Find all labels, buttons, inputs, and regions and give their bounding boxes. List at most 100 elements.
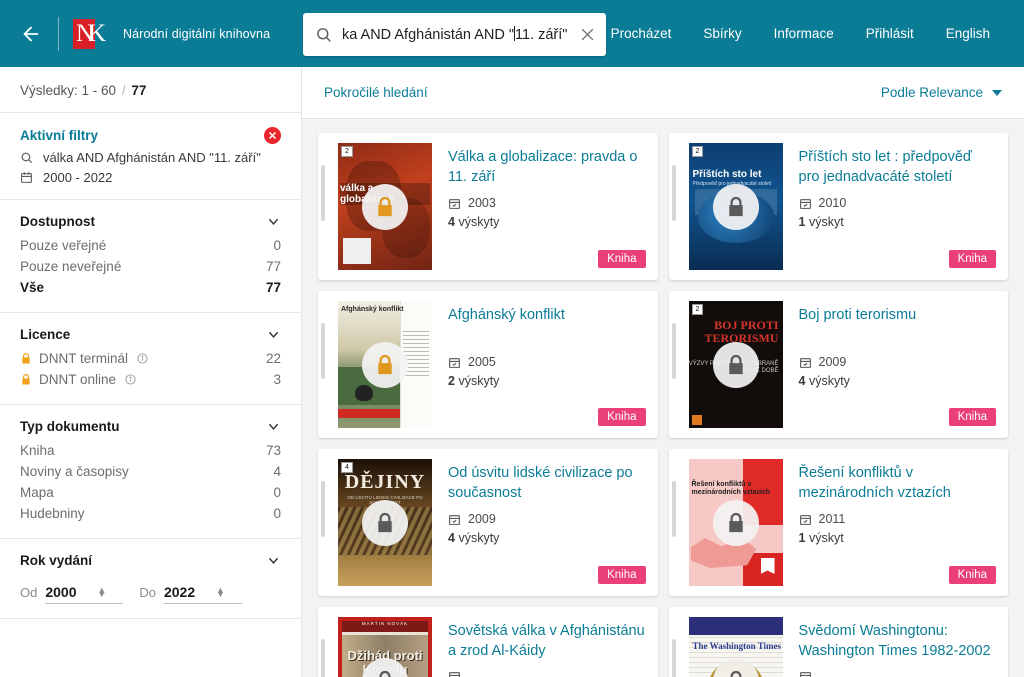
lock-icon <box>20 352 32 365</box>
result-type-badge[interactable]: Kniha <box>598 566 646 584</box>
result-year: 2003 <box>468 196 496 210</box>
search-input[interactable]: ka AND Afghánistán AND "11. září" <box>342 26 573 43</box>
result-title[interactable]: Příštích sto let : předpověď pro jednadv… <box>799 147 997 187</box>
info-icon[interactable] <box>125 374 136 385</box>
card-drag-handle[interactable] <box>321 165 325 221</box>
year-to-label: Do <box>139 585 156 600</box>
year-to-input[interactable]: 2022 <box>164 584 210 600</box>
result-title[interactable]: Afghánský konflikt <box>448 305 646 325</box>
result-card[interactable]: Řešení konfliktů v mezinárodních vztazíc… <box>668 449 1008 596</box>
result-occurrences-word: výskyty <box>458 215 500 229</box>
result-card[interactable]: The Washington Times Svědomí Washingtonu… <box>668 607 1008 677</box>
facet-item[interactable]: Pouze neveřejné 77 <box>20 256 281 277</box>
results-main: Pokročilé hledání Podle Relevance 2 válk… <box>302 67 1024 677</box>
active-filter-years[interactable]: 2000 - 2022 <box>20 170 281 185</box>
chevron-down-icon[interactable] <box>266 553 281 568</box>
lock-badge <box>712 341 759 388</box>
arrow-left-icon <box>23 26 39 41</box>
result-title[interactable]: Boj proti terorismu <box>799 305 997 325</box>
cover-thumbnail[interactable]: Řešení konfliktů v mezinárodních vztazíc… <box>688 459 783 586</box>
card-drag-handle[interactable] <box>321 481 325 537</box>
cover-thumbnail[interactable]: The Washington Times <box>688 617 783 677</box>
facet-item[interactable]: Hudebniny 0 <box>20 503 281 524</box>
back-button[interactable] <box>14 17 48 51</box>
year-to-stepper[interactable]: ▲ ▼ <box>216 585 225 598</box>
result-card[interactable]: 2 válka a globalizace Válka a globalizac… <box>318 133 658 280</box>
lock-icon <box>728 512 743 532</box>
result-type-badge[interactable]: Kniha <box>948 250 996 268</box>
card-drag-handle[interactable] <box>671 165 676 221</box>
facet-item[interactable]: Noviny a časopisy 4 <box>20 461 281 482</box>
facet-title: Typ dokumentu <box>20 419 120 434</box>
card-drag-handle[interactable] <box>321 639 325 677</box>
clear-search-icon[interactable] <box>579 26 596 43</box>
result-card[interactable]: 2 Příštích sto let Předpověď pro jednadv… <box>668 133 1008 280</box>
result-title[interactable]: Svědomí Washingtonu: Washington Times 19… <box>799 621 997 661</box>
application-window: N K Národní digitální knihovna ka AND Af… <box>0 0 1024 677</box>
card-info: Od úsvitu lidské civilizace po současnos… <box>432 459 646 586</box>
result-card[interactable]: 2 BOJ PROTI TERORISMU VÝZVY PRO NAUKY O … <box>668 291 1008 438</box>
result-occurrences-count: 1 <box>798 215 806 229</box>
cover-thumbnail[interactable]: Afghánský konflikt <box>338 301 432 428</box>
facet-item[interactable]: DNNT online 3 <box>20 369 281 390</box>
nk-logo[interactable]: N K <box>73 17 109 51</box>
facet-item[interactable]: Vše 77 <box>20 277 281 298</box>
nav-item-english[interactable]: English <box>930 20 1006 47</box>
result-occurrences-word: výskyt <box>808 215 844 229</box>
calendar-icon <box>448 356 461 369</box>
nav-item-sbirky[interactable]: Sbírky <box>687 20 757 47</box>
result-title[interactable]: Řešení konfliktů v mezinárodních vztazíc… <box>799 463 997 503</box>
year-from-field[interactable]: 2000 ▲ ▼ <box>45 584 124 604</box>
cover-thumbnail[interactable]: 2 BOJ PROTI TERORISMU VÝZVY PRO NAUKY O … <box>688 301 783 428</box>
chevron-down-icon[interactable] <box>266 327 281 342</box>
result-type-badge[interactable]: Kniha <box>948 566 996 584</box>
clear-all-filters-button[interactable] <box>264 127 281 144</box>
result-card[interactable]: Afghánský konflikt Afghánský konflikt 20… <box>318 291 658 438</box>
nav-item-prochazet[interactable]: Procházet <box>595 20 688 47</box>
facet-item-label: DNNT terminál <box>39 351 129 366</box>
facet-item-count: 22 <box>265 351 281 366</box>
result-type-badge[interactable]: Kniha <box>598 250 646 268</box>
search-box[interactable]: ka AND Afghánistán AND "11. září" <box>303 13 606 56</box>
cover-thumbnail[interactable]: 2 Příštích sto let Předpověď pro jednadv… <box>688 143 783 270</box>
facet-item[interactable]: Mapa 0 <box>20 482 281 503</box>
result-title[interactable]: Sovětská válka v Afghánistánu a zrod Al-… <box>448 621 646 661</box>
advanced-search-link[interactable]: Pokročilé hledání <box>324 85 428 100</box>
card-drag-handle[interactable] <box>671 639 676 677</box>
facet-item[interactable]: DNNT terminál 22 <box>20 348 281 369</box>
cover-thumbnail[interactable]: 4 DĚJINY OD ÚSVITU LIDSKÉ CIVILIZACE PO … <box>338 459 432 586</box>
chevron-down-icon[interactable] <box>266 214 281 229</box>
results-toolbar: Pokročilé hledání Podle Relevance <box>302 67 1024 119</box>
sort-dropdown[interactable]: Podle Relevance <box>881 85 1002 100</box>
facet-item[interactable]: Kniha 73 <box>20 440 281 461</box>
year-from-input[interactable]: 2000 <box>45 584 91 600</box>
result-year: 2005 <box>468 355 496 369</box>
cover-thumbnail[interactable]: 2 válka a globalizace <box>338 143 432 270</box>
cover-title-text: The Washington Times <box>692 641 782 651</box>
info-icon[interactable] <box>137 353 148 364</box>
result-card[interactable]: MARTIN NOVÁK Džihád proti Kremlu SOVĚTSK… <box>318 607 658 677</box>
result-type-badge[interactable]: Kniha <box>598 408 646 426</box>
cover-thumbnail[interactable]: MARTIN NOVÁK Džihád proti Kremlu SOVĚTSK… <box>338 617 432 677</box>
result-card[interactable]: 4 DĚJINY OD ÚSVITU LIDSKÉ CIVILIZACE PO … <box>318 449 658 596</box>
card-drag-handle[interactable] <box>671 481 676 537</box>
result-title[interactable]: Od úsvitu lidské civilizace po současnos… <box>448 463 646 503</box>
active-filter-query[interactable]: válka AND Afghánistán AND "11. září" <box>20 150 281 165</box>
year-from-stepper[interactable]: ▲ ▼ <box>97 585 106 598</box>
chevron-down-icon[interactable] <box>266 419 281 434</box>
result-type-badge[interactable]: Kniha <box>948 408 996 426</box>
active-filters-panel: Aktivní filtry válka AND Afghánistán AND… <box>0 113 301 200</box>
nav-item-prihlasit[interactable]: Přihlásit <box>850 20 930 47</box>
card-drag-handle[interactable] <box>671 323 676 379</box>
nav-item-informace[interactable]: Informace <box>758 20 850 47</box>
cover-title-text: Příštích sto let <box>692 169 762 180</box>
results-count: Výsledky: 1 - 60 / 77 <box>0 67 301 113</box>
facet-dostupnost: Dostupnost Pouze veřejné 0 Pouze neveřej… <box>0 200 301 313</box>
result-title[interactable]: Válka a globalizace: pravda o 11. září <box>448 147 646 187</box>
result-year-row: 2009 <box>799 355 997 369</box>
facet-item-count: 77 <box>265 259 281 274</box>
card-drag-handle[interactable] <box>321 323 325 379</box>
year-to-field[interactable]: 2022 ▲ ▼ <box>163 584 242 604</box>
active-filters-title: Aktivní filtry <box>20 128 99 143</box>
facet-item[interactable]: Pouze veřejné 0 <box>20 235 281 256</box>
